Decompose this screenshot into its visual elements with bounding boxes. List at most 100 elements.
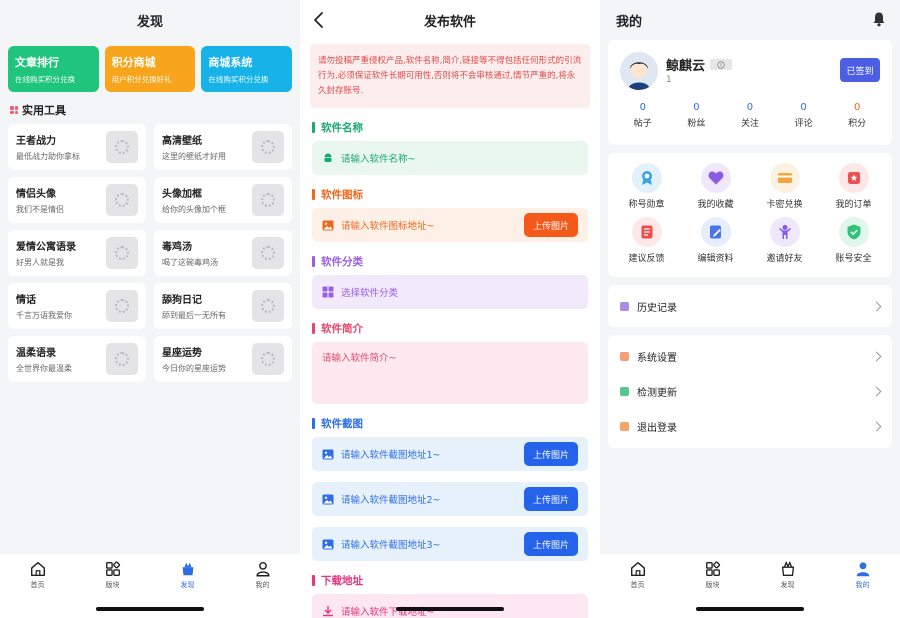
- tool-item[interactable]: 王者战力 最低战力助你拿标: [8, 124, 146, 170]
- action-label: 编辑资料: [697, 254, 734, 264]
- tool-subtitle: 全世界你最温柔: [16, 364, 72, 373]
- card-title: 商城系统: [208, 56, 253, 69]
- info-icon: [717, 60, 725, 69]
- tool-title: 温柔语录: [16, 348, 56, 359]
- update-row[interactable]: 检测更新: [608, 374, 892, 409]
- medal-icon: [641, 171, 652, 185]
- tab-label: 版块: [105, 581, 120, 589]
- blocks-icon: [105, 561, 120, 576]
- tool-item[interactable]: 舔狗日记 舔到最后一无所有: [154, 283, 292, 329]
- stat-posts[interactable]: 0 帖子: [623, 102, 663, 129]
- user-id: 1: [666, 75, 672, 85]
- stat-points[interactable]: 0 积分: [837, 102, 877, 129]
- screenshot-field-2[interactable]: 请输入软件截图地址2~ 上传图片: [312, 482, 588, 516]
- tool-item[interactable]: 情话 千言万语我爱你: [8, 283, 146, 329]
- tool-title: 爱情公寓语录: [16, 242, 76, 253]
- tool-item[interactable]: 温柔语录全世界你最温柔: [8, 336, 146, 382]
- tool-title: 星座运势: [162, 348, 202, 359]
- tab-label: 发现: [780, 581, 795, 589]
- actions-grid: 称号勋章 我的收藏 卡密兑换 我的订单 建议反馈 编辑资料 邀请好友 账号安全: [608, 153, 892, 277]
- card-mall-system[interactable]: 商城系统 在线购买积分兑换: [201, 46, 293, 92]
- tab-label: 首页: [630, 581, 645, 589]
- action-favorites[interactable]: 我的收藏: [681, 163, 750, 213]
- upload-screenshot-1-button[interactable]: 上传图片: [523, 442, 578, 466]
- field-placeholder: 请输入软件简介~: [322, 353, 397, 364]
- loading-icon: [261, 246, 275, 260]
- field-placeholder: 请输入软件名称~: [341, 154, 416, 165]
- tool-item[interactable]: 情侣头像 我们不是情侣: [8, 177, 146, 223]
- label-bar: [312, 256, 315, 267]
- avatar-image: [620, 52, 658, 90]
- tool-subtitle: 最低战力助你拿标: [16, 152, 80, 161]
- field-placeholder: 请输入软件截图地址2~: [341, 495, 441, 506]
- tab-home[interactable]: 首页: [13, 560, 63, 618]
- loading-icon: [115, 246, 129, 260]
- bell-icon[interactable]: [872, 11, 886, 27]
- user-icon: [255, 561, 270, 577]
- settings-row[interactable]: 系统设置: [608, 339, 892, 374]
- avatar[interactable]: [620, 52, 658, 90]
- tab-home[interactable]: 首页: [613, 560, 663, 618]
- download-field[interactable]: 请输入软件下载地址~: [312, 594, 588, 618]
- field-label: 软件简介: [321, 323, 363, 335]
- screenshot-field-1[interactable]: 请输入软件截图地址1~ 上传图片: [312, 437, 588, 471]
- tool-item[interactable]: 星座运势 今日你的星座运势: [154, 336, 292, 382]
- tool-item[interactable]: 高清壁纸 这里的壁纸才好用: [154, 124, 292, 170]
- category-select[interactable]: 选择软件分类: [312, 275, 588, 309]
- image-icon: [322, 494, 334, 504]
- action-card-redeem[interactable]: 卡密兑换: [750, 163, 819, 213]
- tool-item[interactable]: 毒鸡汤 喝了这碗毒鸡汤: [154, 230, 292, 276]
- category-icon: [322, 286, 334, 298]
- tool-item[interactable]: 爱情公寓语录 好男人就是我: [8, 230, 146, 276]
- loading-icon: [115, 299, 129, 313]
- edit-icon: [709, 225, 721, 239]
- action-edit-profile[interactable]: 编辑资料: [681, 217, 750, 267]
- stat-following[interactable]: 0 关注: [730, 102, 770, 129]
- logout-icon: [620, 422, 629, 431]
- stat-fans[interactable]: 0 粉丝: [676, 102, 716, 129]
- top-cards: 文章排行 在线购买积分兑换 积分商城 用户积分兑换好礼 商城系统 在线购买积分兑…: [0, 40, 300, 92]
- tool-item[interactable]: 头像加框 给你的头像加个框: [154, 177, 292, 223]
- action-feedback[interactable]: 建议反馈: [612, 217, 681, 267]
- label-bar: [312, 575, 315, 586]
- tab-mine[interactable]: 我的: [238, 560, 288, 618]
- sign-in-button[interactable]: 已签到: [840, 58, 880, 82]
- field-placeholder: 请输入软件截图地址3~: [341, 540, 441, 551]
- logout-row[interactable]: 退出登录: [608, 409, 892, 444]
- card-article-rank[interactable]: 文章排行 在线购买积分兑换: [8, 46, 99, 92]
- action-invite[interactable]: 邀请好友: [750, 217, 819, 267]
- tab-label: 首页: [30, 581, 45, 589]
- category-label-row: 软件分类: [300, 242, 600, 275]
- discover-icon: [182, 562, 193, 576]
- tool-title: 情话: [16, 295, 36, 306]
- chevron-right-icon: [871, 421, 882, 432]
- back-icon[interactable]: [312, 10, 326, 30]
- section-header: 实用工具: [0, 92, 300, 124]
- action-label: 建议反馈: [628, 254, 665, 264]
- field-label: 软件分类: [321, 256, 363, 268]
- upload-screenshot-2-button[interactable]: 上传图片: [523, 487, 578, 511]
- tab-mine[interactable]: 我的: [838, 560, 888, 618]
- action-orders[interactable]: 我的订单: [819, 163, 888, 213]
- upload-icon-button[interactable]: 上传图片: [523, 213, 578, 237]
- card-title: 积分商城: [111, 56, 156, 69]
- action-security[interactable]: 账号安全: [819, 217, 888, 267]
- icon-field[interactable]: 请输入软件图标地址~ 上传图片: [312, 208, 588, 242]
- upload-screenshot-3-button[interactable]: 上传图片: [523, 532, 578, 556]
- username-row: 鲸麒云: [666, 55, 733, 74]
- action-label: 账号安全: [835, 254, 872, 264]
- action-medal[interactable]: 称号勋章: [612, 163, 681, 213]
- field-label: 软件截图: [321, 418, 363, 430]
- row-label: 退出登录: [637, 423, 677, 434]
- settings-card: 系统设置 检测更新 退出登录: [608, 335, 892, 448]
- image-icon: [322, 449, 334, 459]
- history-row[interactable]: 历史记录: [608, 285, 892, 327]
- card-points-mall[interactable]: 积分商城 用户积分兑换好礼: [104, 46, 196, 92]
- field-placeholder: 请输入软件图标地址~: [341, 221, 435, 232]
- screenshot-field-3[interactable]: 请输入软件截图地址3~ 上传图片: [312, 527, 588, 561]
- stat-comments[interactable]: 0 评论: [784, 102, 824, 129]
- name-field[interactable]: 请输入软件名称~: [312, 141, 588, 175]
- intro-textarea[interactable]: 请输入软件简介~: [312, 342, 588, 404]
- page-title: 我的: [616, 14, 643, 30]
- home-icon: [30, 561, 45, 577]
